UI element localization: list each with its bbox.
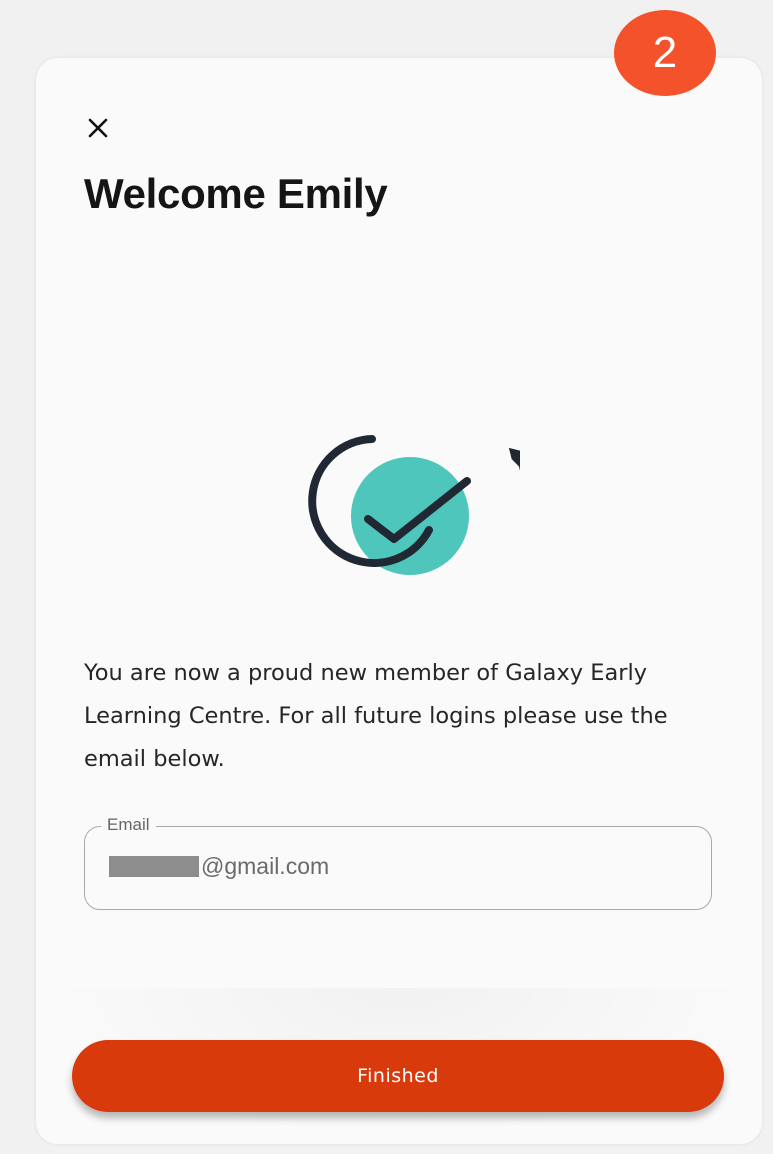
check-rocket-icon bbox=[308, 435, 520, 575]
email-value: @gmail.com bbox=[109, 853, 329, 880]
close-button[interactable] bbox=[84, 114, 112, 142]
step-badge: 2 bbox=[614, 10, 716, 96]
welcome-message: You are now a proud new member of Galaxy… bbox=[84, 660, 668, 772]
redacted-email-user bbox=[109, 856, 199, 877]
email-domain: @gmail.com bbox=[201, 853, 330, 879]
finished-button[interactable]: Finished bbox=[72, 1040, 724, 1112]
welcome-dialog: Welcome Emily You are now a proud new me… bbox=[36, 58, 762, 1144]
email-label: Email bbox=[101, 815, 156, 835]
page-title: Welcome Emily bbox=[84, 170, 388, 217]
close-icon bbox=[88, 118, 108, 138]
email-field[interactable]: Email @gmail.com bbox=[84, 815, 712, 910]
